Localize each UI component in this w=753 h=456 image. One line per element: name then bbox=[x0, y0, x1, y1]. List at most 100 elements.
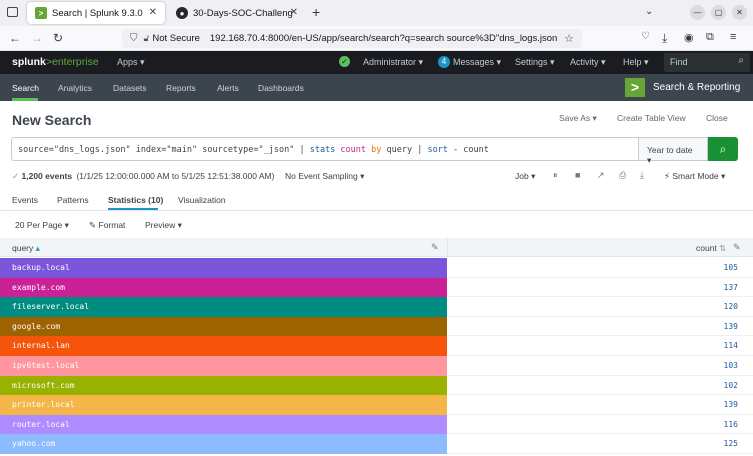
maximize-button[interactable]: ▢ bbox=[711, 5, 726, 20]
nav-alerts[interactable]: Alerts bbox=[217, 83, 239, 93]
query-cell[interactable]: yahoo.com bbox=[0, 434, 447, 454]
query-cell[interactable]: printer.local bbox=[0, 395, 447, 415]
tab-visualization[interactable]: Visualization bbox=[178, 195, 226, 205]
url-bar[interactable]: ⛉ 🔓︎ Not Secure 192.168.70.4:8000/en-US/… bbox=[122, 29, 582, 48]
download-icon[interactable]: ⤓ bbox=[662, 31, 667, 46]
count-cell[interactable]: 139 bbox=[724, 400, 738, 409]
edit-column-icon[interactable]: ✎ bbox=[431, 242, 439, 253]
messages-menu[interactable]: Messages ▾ bbox=[453, 57, 501, 68]
table-row[interactable]: example.com 137 bbox=[0, 277, 753, 298]
spl-keyword: by bbox=[371, 145, 382, 155]
splunk-top-bar: splunk>enterprise Apps ▾ ✓ Administrator… bbox=[0, 51, 753, 74]
nav-datasets[interactable]: Datasets bbox=[113, 83, 147, 93]
close-window-button[interactable]: ✕ bbox=[732, 5, 747, 20]
extensions-icon[interactable]: ⧉ bbox=[706, 31, 714, 44]
format-menu[interactable]: ✎ Format bbox=[89, 220, 125, 231]
administrator-menu[interactable]: Administrator ▾ bbox=[363, 57, 423, 68]
browser-tab-github[interactable]: ● 30-Days-SOC-Challenge-E ✕ bbox=[168, 2, 306, 24]
count-cell[interactable]: 103 bbox=[724, 361, 738, 370]
table-row[interactable]: backup.local 105 bbox=[0, 258, 753, 278]
spl-text: source="dns_logs.json" index="main" sour… bbox=[18, 145, 310, 155]
help-menu[interactable]: Help ▾ bbox=[623, 57, 649, 68]
preview-menu[interactable]: Preview ▾ bbox=[145, 220, 182, 231]
query-cell[interactable]: router.local bbox=[0, 414, 447, 435]
forward-arrow-icon[interactable]: → bbox=[31, 31, 43, 45]
close-button[interactable]: Close bbox=[706, 113, 728, 123]
table-row[interactable]: google.com 139 bbox=[0, 316, 753, 337]
account-icon[interactable]: ◉ bbox=[684, 31, 694, 44]
bookmark-star-icon[interactable]: ☆ bbox=[564, 32, 574, 45]
url-text[interactable]: 192.168.70.4:8000/en-US/app/search/searc… bbox=[210, 33, 560, 44]
page-title: New Search bbox=[12, 112, 92, 128]
close-tab-icon[interactable]: ✕ bbox=[149, 7, 157, 18]
event-sampling-menu[interactable]: No Event Sampling ▾ bbox=[285, 171, 364, 182]
apps-menu[interactable]: Apps ▾ bbox=[117, 57, 145, 68]
pocket-icon[interactable]: ♡ bbox=[641, 31, 650, 42]
query-cell[interactable]: google.com bbox=[0, 316, 447, 337]
table-row[interactable]: router.local 116 bbox=[0, 414, 753, 435]
query-cell[interactable]: internal.lan bbox=[0, 336, 447, 356]
health-ok-icon[interactable]: ✓ bbox=[339, 56, 350, 67]
count-cell[interactable]: 114 bbox=[724, 341, 738, 350]
count-cell[interactable]: 125 bbox=[724, 439, 738, 448]
tab-patterns[interactable]: Patterns bbox=[57, 195, 89, 205]
print-icon[interactable]: ⎙ bbox=[619, 170, 626, 181]
new-tab-button[interactable]: + bbox=[312, 4, 320, 20]
per-page-menu[interactable]: 20 Per Page ▾ bbox=[15, 220, 69, 231]
share-icon[interactable]: ↗ bbox=[597, 170, 605, 181]
count-cell[interactable]: 105 bbox=[724, 263, 738, 272]
settings-menu[interactable]: Settings ▾ bbox=[515, 57, 555, 68]
count-cell[interactable]: 116 bbox=[724, 420, 738, 429]
smart-mode-menu[interactable]: ⚡︎ Smart Mode ▾ bbox=[664, 171, 725, 182]
minimize-button[interactable]: — bbox=[690, 5, 705, 20]
tab-list-icon[interactable] bbox=[7, 7, 18, 17]
create-table-view-button[interactable]: Create Table View bbox=[617, 113, 686, 123]
browser-tab-splunk[interactable]: > Search | Splunk 9.3.0 ✕ bbox=[27, 2, 165, 24]
column-divider bbox=[447, 238, 448, 257]
column-header-query[interactable]: query ▴ bbox=[12, 243, 40, 254]
job-menu[interactable]: Job ▾ bbox=[515, 171, 535, 182]
stop-icon[interactable]: ■ bbox=[575, 170, 580, 180]
table-row[interactable]: ipv6test.local 103 bbox=[0, 356, 753, 376]
export-icon[interactable]: ⤓ bbox=[640, 170, 644, 181]
close-tab-icon[interactable]: ✕ bbox=[290, 7, 298, 18]
tab-events[interactable]: Events bbox=[12, 195, 38, 205]
find-label: Find bbox=[670, 57, 688, 67]
count-cell[interactable]: 120 bbox=[724, 302, 738, 311]
spl-command: stats bbox=[309, 145, 336, 155]
pause-icon[interactable]: ⏸ bbox=[553, 170, 558, 181]
table-row[interactable]: microsoft.com 102 bbox=[0, 375, 753, 396]
nav-search[interactable]: Search bbox=[12, 83, 39, 93]
nav-reports[interactable]: Reports bbox=[166, 83, 196, 93]
find-input[interactable]: Find ⌕ bbox=[664, 53, 750, 72]
reload-icon[interactable]: ↻ bbox=[53, 31, 63, 45]
save-as-menu[interactable]: Save As ▾ bbox=[559, 113, 597, 124]
query-cell[interactable]: backup.local bbox=[0, 258, 447, 278]
query-cell[interactable]: microsoft.com bbox=[0, 375, 447, 396]
query-cell[interactable]: example.com bbox=[0, 277, 447, 298]
tab-overflow-chevron-icon[interactable]: ⌄ bbox=[645, 6, 653, 17]
row-divider bbox=[447, 452, 753, 454]
time-range-picker[interactable]: Year to date ▾ bbox=[638, 137, 708, 165]
splunk-logo[interactable]: splunk>enterprise bbox=[12, 56, 99, 68]
table-row[interactable]: internal.lan 114 bbox=[0, 336, 753, 356]
search-query-input[interactable]: source="dns_logs.json" index="main" sour… bbox=[11, 137, 639, 161]
nav-analytics[interactable]: Analytics bbox=[58, 83, 92, 93]
table-row[interactable]: yahoo.com 125 bbox=[0, 434, 753, 454]
table-row[interactable]: printer.local 139 bbox=[0, 395, 753, 415]
query-cell[interactable]: fileserver.local bbox=[0, 297, 447, 317]
activity-menu[interactable]: Activity ▾ bbox=[570, 57, 606, 68]
edit-column-icon[interactable]: ✎ bbox=[733, 242, 741, 253]
column-header-count[interactable]: count ⇅ bbox=[696, 243, 726, 254]
messages-count-badge[interactable]: 4 bbox=[438, 56, 450, 68]
count-cell[interactable]: 139 bbox=[724, 322, 738, 331]
tab-statistics[interactable]: Statistics (10) bbox=[108, 195, 163, 205]
table-row[interactable]: fileserver.local 120 bbox=[0, 297, 753, 317]
count-cell[interactable]: 137 bbox=[724, 283, 738, 292]
nav-dashboards[interactable]: Dashboards bbox=[258, 83, 304, 93]
query-cell[interactable]: ipv6test.local bbox=[0, 356, 447, 376]
search-button[interactable]: ⌕ bbox=[708, 137, 738, 161]
back-arrow-icon[interactable]: ← bbox=[9, 31, 21, 45]
menu-icon[interactable]: ≡ bbox=[730, 31, 736, 43]
count-cell[interactable]: 102 bbox=[724, 381, 738, 390]
